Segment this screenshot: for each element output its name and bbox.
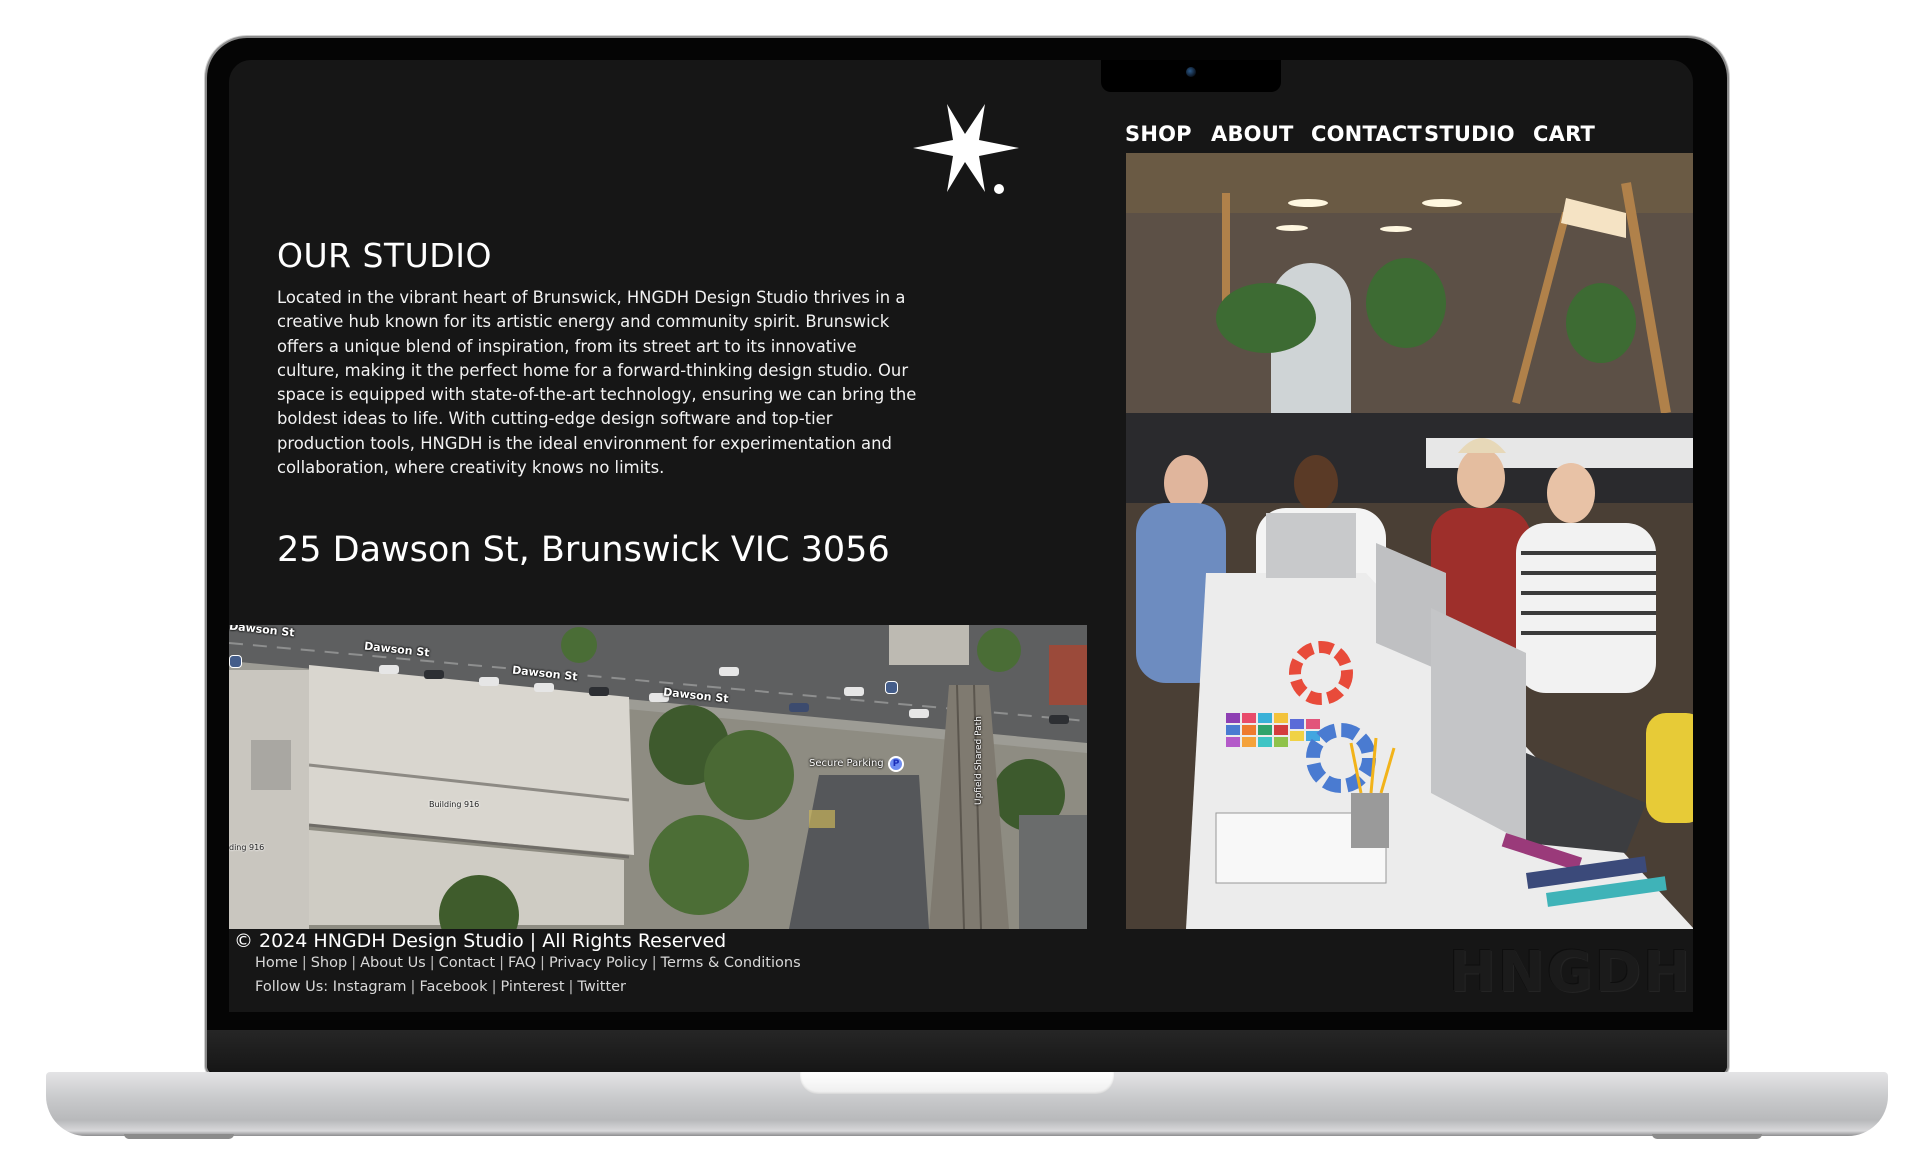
logo-star-icon[interactable] xyxy=(891,94,1041,214)
social-link-twitter[interactable]: Twitter xyxy=(577,979,626,995)
studio-description: Located in the vibrant heart of Brunswic… xyxy=(277,288,917,478)
laptop-foot xyxy=(124,1134,234,1139)
separator: | xyxy=(491,979,497,995)
photo-lamp xyxy=(1288,199,1328,207)
map-building-label: Building 916 xyxy=(429,800,480,809)
star-shape xyxy=(913,104,1019,192)
map-building-left xyxy=(229,670,309,929)
website-screen: SHOP ABOUT CONTACT STUDIO CART OUR STUDI… xyxy=(229,60,1693,1012)
map-tree xyxy=(561,627,597,663)
photo-lamp xyxy=(1422,199,1462,207)
camera-icon xyxy=(1186,67,1196,77)
separator: | xyxy=(429,955,435,971)
bus-stop-icon[interactable] xyxy=(885,681,898,694)
nav-studio[interactable]: STUDIO xyxy=(1424,122,1515,146)
logo-dot xyxy=(994,184,1004,194)
nav-shop[interactable]: SHOP xyxy=(1125,122,1192,146)
nav-contact[interactable]: CONTACT xyxy=(1311,122,1422,146)
separator: | xyxy=(301,955,307,971)
separator: | xyxy=(499,955,504,971)
map-tree xyxy=(977,628,1021,672)
footer-link-privacy-policy[interactable]: Privacy Policy xyxy=(549,955,648,971)
map-building-top xyxy=(889,625,969,665)
footer-copyright: © 2024 HNGDH Design Studio | All Rights … xyxy=(234,930,727,952)
map-building-roof xyxy=(309,665,634,855)
photo-laptop xyxy=(1266,513,1356,578)
footer-link-about-us[interactable]: About Us xyxy=(360,955,426,971)
social-link-pinterest[interactable]: Pinterest xyxy=(500,979,564,995)
map-poi-label: Secure Parking xyxy=(809,758,884,769)
footer-link-contact[interactable]: Contact xyxy=(439,955,495,971)
map-parking-right xyxy=(1019,815,1087,929)
nav-cart[interactable]: CART xyxy=(1533,122,1595,146)
social-link-facebook[interactable]: Facebook xyxy=(419,979,487,995)
footer-link-faq[interactable]: FAQ xyxy=(508,955,536,971)
photo-lamp xyxy=(1276,225,1308,231)
separator: | xyxy=(351,955,357,971)
footer-link-home[interactable]: Home xyxy=(255,955,298,971)
separator: | xyxy=(651,955,657,971)
parking-pin-icon[interactable]: P xyxy=(888,756,904,772)
page-title: OUR STUDIO xyxy=(277,236,492,275)
photo-pencil-cup xyxy=(1351,793,1389,848)
map-tree xyxy=(649,815,749,915)
map-building-red-roof xyxy=(1049,645,1087,705)
satellite-map[interactable]: Dawson St Dawson St Dawson St Dawson St … xyxy=(229,625,1087,929)
studio-photo xyxy=(1126,153,1693,929)
follow-us-label: Follow Us: xyxy=(255,979,329,995)
studio-address: 25 Dawson St, Brunswick VIC 3056 xyxy=(277,530,890,570)
separator: | xyxy=(410,979,416,995)
nav-about[interactable]: ABOUT xyxy=(1211,122,1294,146)
social-link-instagram[interactable]: Instagram xyxy=(333,979,407,995)
laptop-foot xyxy=(1652,1134,1762,1139)
footer-link-terms[interactable]: Terms & Conditions xyxy=(661,955,801,971)
map-building-rooftop-unit xyxy=(251,740,291,790)
map-tree xyxy=(704,730,794,820)
footer-link-shop[interactable]: Shop xyxy=(311,955,347,971)
footer-social: Follow Us: Instagram | Facebook | Pinterest |… xyxy=(255,979,626,995)
separator: | xyxy=(568,979,574,995)
footer-links: Home | Shop | About Us | Contact | FAQ | Privacy P… xyxy=(255,955,801,971)
laptop-opening-notch xyxy=(800,1072,1114,1094)
laptop-chin xyxy=(207,1030,1727,1072)
bus-stop-icon[interactable] xyxy=(229,655,242,668)
map-parking-stripes xyxy=(809,810,835,828)
camera-notch xyxy=(1101,60,1281,92)
map-path-label: Upfield Shared Path xyxy=(974,716,984,805)
separator: | xyxy=(540,955,545,971)
photo-lamp xyxy=(1380,226,1412,232)
brand-watermark: HNGDH xyxy=(1449,940,1693,1005)
map-building-label: ding 916 xyxy=(229,843,265,852)
